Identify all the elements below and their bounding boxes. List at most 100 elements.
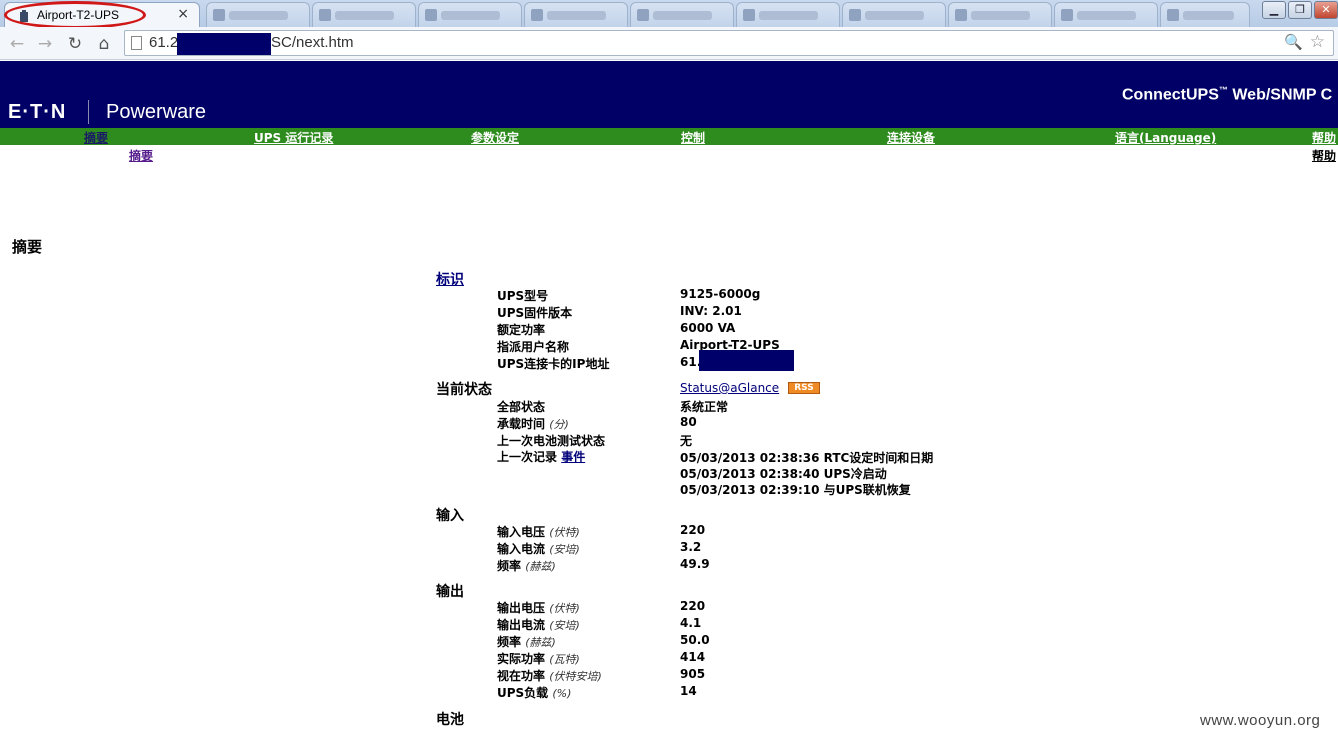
submenu-help[interactable]: 帮助 xyxy=(1312,147,1336,164)
apparent-power-label: 视在功率 (伏特安培) xyxy=(497,667,602,684)
maximize-button[interactable]: ❐ xyxy=(1288,1,1312,19)
tab-title-obscured xyxy=(653,11,713,20)
zoom-icon[interactable]: 🔍 xyxy=(1284,33,1303,51)
output-current-label-text: 输出电流 xyxy=(497,618,546,632)
rated-power-value: 6000 VA xyxy=(680,321,736,335)
runtime-label: 承载时间 (分) xyxy=(497,415,569,432)
tab-title-obscured xyxy=(335,11,395,20)
address-bar[interactable]: 61.2 SC/next.htm 🔍 ☆ xyxy=(124,30,1334,56)
bookmark-star-icon[interactable]: ☆ xyxy=(1310,32,1325,52)
url-end: SC/next.htm xyxy=(271,34,354,51)
ups-load-value: 14 xyxy=(680,684,697,698)
ups-model-label: UPS型号 xyxy=(497,289,549,303)
runtime-value: 80 xyxy=(680,415,697,429)
firmware-label: UPS固件版本 xyxy=(497,306,573,320)
input-voltage-unit: (伏特) xyxy=(549,526,580,539)
tab-background[interactable] xyxy=(948,2,1052,27)
runtime-unit: (分) xyxy=(549,418,569,431)
back-arrow-icon[interactable]: ← xyxy=(6,33,28,55)
last-record-label-text: 上一次记录 xyxy=(497,450,558,464)
tab-title: Airport-T2-UPS xyxy=(37,8,120,22)
tab-favicon-icon xyxy=(1167,9,1179,21)
output-heading: 输出 xyxy=(436,584,464,600)
output-voltage-label-text: 输出电压 xyxy=(497,601,546,615)
menu-language[interactable]: 语言(Language) xyxy=(1115,129,1216,146)
battery-heading: 电池 xyxy=(436,712,464,728)
battery-test-label: 上一次电池测试状态 xyxy=(497,434,606,448)
menu-connected-devices[interactable]: 连接设备 xyxy=(887,129,935,146)
tab-favicon-icon xyxy=(1061,9,1073,21)
input-frequency-label: 频率 (赫兹) xyxy=(497,557,556,574)
menu-summary[interactable]: 摘要 xyxy=(84,129,108,146)
product-name: ConnectUPS™ Web/SNMP C xyxy=(1122,85,1332,104)
tab-background[interactable] xyxy=(206,2,310,27)
apparent-power-value: 905 xyxy=(680,667,706,681)
input-frequency-label-text: 频率 xyxy=(497,559,522,573)
event-entry: 05/03/2013 02:39:10 与UPS联机恢复 xyxy=(680,483,911,497)
tab-background[interactable] xyxy=(524,2,628,27)
trademark-mark: ™ xyxy=(1218,85,1228,95)
tab-active[interactable]: Airport-T2-UPS × xyxy=(4,2,200,27)
tab-title-obscured xyxy=(759,11,819,20)
menu-settings[interactable]: 参数设定 xyxy=(471,129,519,146)
output-frequency-label-text: 频率 xyxy=(497,635,522,649)
input-current-value: 3.2 xyxy=(680,540,702,554)
identity-heading-link[interactable]: 标识 xyxy=(436,269,464,289)
ip-redaction-box xyxy=(699,350,794,371)
menu-ups-log[interactable]: UPS 运行记录 xyxy=(254,129,333,146)
tab-close-icon[interactable]: × xyxy=(177,6,189,22)
submenu-summary[interactable]: 摘要 xyxy=(129,147,153,164)
ip-address-label: UPS连接卡的IP地址 xyxy=(497,357,610,371)
tab-background[interactable] xyxy=(418,2,522,27)
tab-title-obscured xyxy=(971,11,1031,20)
input-current-label: 输入电流 (安培) xyxy=(497,540,580,557)
page-title: 摘要 xyxy=(12,238,43,256)
url-start: 61.2 xyxy=(149,34,179,51)
tab-background[interactable] xyxy=(842,2,946,27)
tab-favicon-icon xyxy=(319,9,331,21)
tab-background[interactable] xyxy=(630,2,734,27)
tab-background[interactable] xyxy=(736,2,840,27)
status-heading: 当前状态 xyxy=(436,382,492,398)
tab-background[interactable] xyxy=(312,2,416,27)
tab-title-obscured xyxy=(1183,11,1235,20)
overall-status-value: 系统正常 xyxy=(680,400,729,414)
event-entry: 05/03/2013 02:38:40 UPS冷启动 xyxy=(680,467,887,481)
event-entry: 05/03/2013 02:38:36 RTC设定时间和日期 xyxy=(680,451,934,465)
ups-load-label: UPS负载 (%) xyxy=(497,684,571,701)
ups-load-label-text: UPS负载 xyxy=(497,686,549,700)
output-current-unit: (安培) xyxy=(549,619,580,632)
status-glance-link[interactable]: Status@aGlance xyxy=(680,381,779,395)
menu-control[interactable]: 控制 xyxy=(681,129,705,146)
output-frequency-unit: (赫兹) xyxy=(525,636,556,649)
home-icon[interactable]: ⌂ xyxy=(93,33,115,55)
tab-favicon-icon xyxy=(425,9,437,21)
tab-favicon-icon xyxy=(213,9,225,21)
minimize-button[interactable]: ▁ xyxy=(1262,1,1286,19)
overall-status-label: 全部状态 xyxy=(497,400,546,414)
output-current-label: 输出电流 (安培) xyxy=(497,616,580,633)
header-banner: E·T·N Powerware ConnectUPS™ Web/SNMP C xyxy=(0,61,1338,128)
browser-toolbar: ← → ↻ ⌂ 61.2 SC/next.htm 🔍 ☆ xyxy=(0,27,1338,60)
tab-title-obscured xyxy=(865,11,925,20)
input-voltage-value: 220 xyxy=(680,523,706,537)
tab-background[interactable] xyxy=(1160,2,1250,27)
tab-favicon-icon xyxy=(637,9,649,21)
battery-test-value: 无 xyxy=(680,434,693,448)
tab-background[interactable] xyxy=(1054,2,1158,27)
menu-help[interactable]: 帮助 xyxy=(1312,129,1336,146)
output-frequency-label: 频率 (赫兹) xyxy=(497,633,556,650)
events-link[interactable]: 事件 xyxy=(561,450,585,464)
firmware-value: INV: 2.01 xyxy=(680,304,742,318)
reload-icon[interactable]: ↻ xyxy=(64,33,86,55)
window-close-button[interactable]: ✕ xyxy=(1314,1,1338,19)
rss-button[interactable]: RSS xyxy=(788,382,820,394)
watermark: www.wooyun.org xyxy=(1200,712,1321,729)
input-heading: 输入 xyxy=(436,508,464,524)
forward-arrow-icon[interactable]: → xyxy=(34,33,56,55)
browser-titlebar: Airport-T2-UPS × ▁ ❐ ✕ xyxy=(0,0,1338,29)
input-current-unit: (安培) xyxy=(549,543,580,556)
real-power-label-text: 实际功率 xyxy=(497,652,546,666)
tab-favicon-icon xyxy=(743,9,755,21)
product-name-suffix: Web/SNMP C xyxy=(1227,86,1333,104)
